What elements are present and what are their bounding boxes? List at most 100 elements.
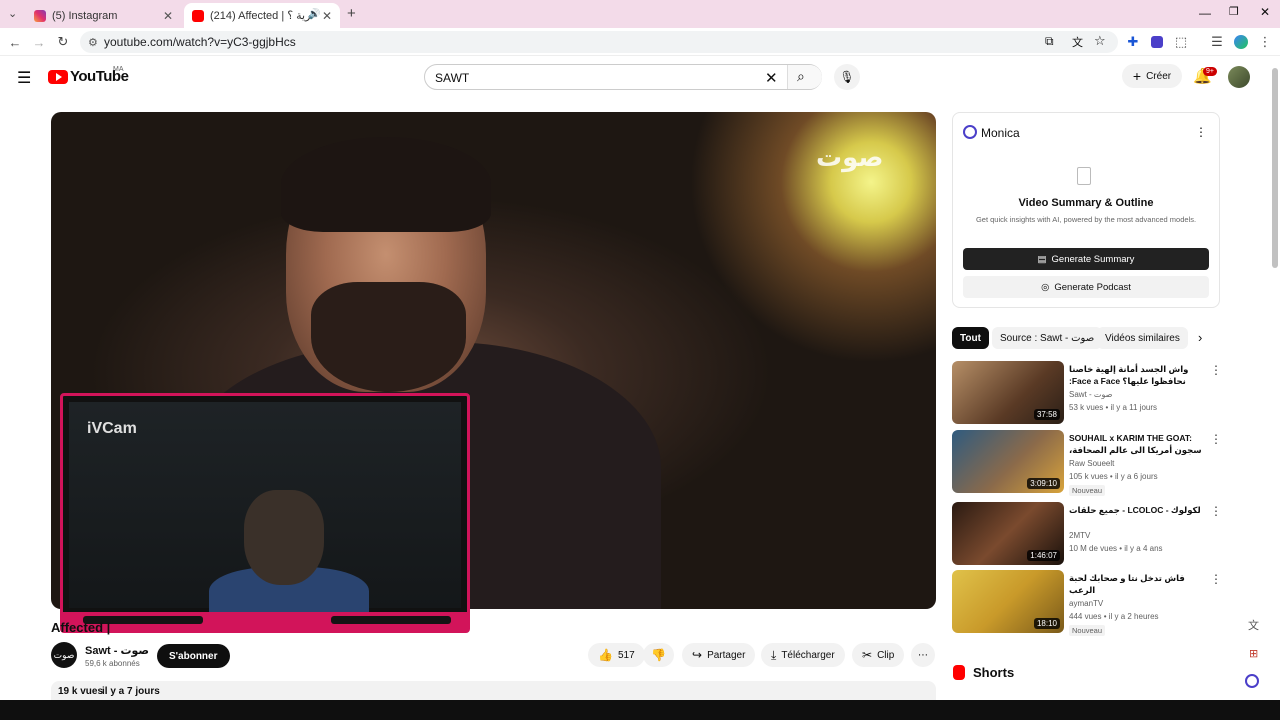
rec-channel: Raw Soueelt [1069, 459, 1115, 468]
clear-search-icon[interactable]: ✕ [765, 69, 778, 87]
browser-tab-strip: ⌄ (5) Instagram ✕ (214) Affected | بكل ح… [0, 0, 1280, 28]
site-info-icon[interactable]: ⚙ [88, 36, 98, 49]
close-icon[interactable]: ✕ [163, 9, 173, 23]
ivcam-label: iVCam [87, 420, 137, 437]
overlay-bottom-bar [63, 612, 467, 630]
more-vertical-icon[interactable]: ⋮ [1210, 572, 1222, 586]
list-item[interactable]: 37:58 واش الجسد أمانة إلهية خاصنا نحافظو… [952, 361, 1222, 425]
translate-side-icon[interactable]: 文 [1248, 617, 1259, 633]
open-in-app-icon[interactable]: ⧉ [1045, 34, 1054, 49]
grid-side-icon[interactable]: ⊞ [1249, 647, 1258, 660]
channel-name[interactable]: Sawt - صوت [85, 644, 149, 657]
monica-menu-icon[interactable]: ⋮ [1195, 125, 1207, 139]
search-input[interactable]: SAWT [435, 71, 469, 85]
duration-badge: 1:46:07 [1027, 550, 1060, 561]
view-count: 19 k vues [58, 686, 104, 697]
youtube-logo[interactable]: YouTube MA [48, 66, 129, 85]
create-button[interactable]: + Créer [1122, 64, 1182, 88]
reload-icon[interactable]: ↻ [54, 33, 72, 51]
tab-title: (5) Instagram [52, 9, 118, 22]
account-avatar[interactable] [1228, 66, 1250, 88]
generate-podcast-button[interactable]: ◎ Generate Podcast [963, 276, 1209, 298]
summary-icon: ▤ [1037, 253, 1047, 265]
more-vertical-icon[interactable]: ⋮ [1210, 432, 1222, 446]
address-bar[interactable]: ⚙ youtube.com/watch?v=yC3-ggjbHcs ⧉ 文 ☆ [80, 31, 1118, 53]
profile-avatar-icon[interactable] [1232, 33, 1250, 51]
chip-all[interactable]: Tout [952, 327, 989, 349]
more-vertical-icon[interactable]: ⋮ [1210, 363, 1222, 377]
subscribe-button[interactable]: S'abonner [157, 644, 230, 668]
video-title: Affected | [51, 620, 111, 635]
download-button[interactable]: ⤓ Télécharger [761, 643, 845, 667]
ivcam-webcam-overlay[interactable]: iVCam [60, 393, 470, 633]
list-item[interactable]: 3:09:10 SOUHAIL x KARIM THE GOAT: سجون أ… [952, 430, 1222, 496]
duration-badge: 37:58 [1033, 409, 1060, 420]
tab-instagram[interactable]: (5) Instagram ✕ [26, 3, 181, 28]
subscriber-count: 59,6 k abonnés [85, 659, 140, 668]
webcam-feed: iVCam [69, 402, 461, 627]
monica-side-icon[interactable] [1245, 674, 1259, 688]
youtube-play-icon [48, 69, 68, 84]
chip-source[interactable]: Source : Sawt - صوت [992, 327, 1103, 349]
rec-title: لكولوك - LCOLOC - جميع حلقات [1069, 505, 1201, 515]
translate-icon[interactable]: 文 [1072, 34, 1083, 50]
clip-button[interactable]: ✂ Clip [852, 643, 905, 667]
page-scrollbar[interactable] [1272, 68, 1278, 268]
forward-icon[interactable]: → [30, 33, 48, 51]
more-vertical-icon[interactable]: ⋮ [1210, 504, 1222, 518]
reading-list-icon[interactable]: ☰ [1208, 33, 1226, 51]
document-icon [1077, 167, 1091, 185]
tab-search-icon[interactable]: ⌄ [8, 7, 17, 20]
chip-similar[interactable]: Vidéos similaires [1097, 327, 1188, 349]
plus-icon: + [1132, 68, 1142, 84]
video-thumbnail: 37:58 [952, 361, 1064, 424]
monica-extension-icon[interactable] [1148, 33, 1166, 51]
rec-channel: aymanTV [1069, 599, 1104, 608]
monica-name: Monica [981, 126, 1020, 140]
dislike-button[interactable]: 👎 [643, 643, 674, 667]
video-thumbnail: 18:10 [952, 570, 1064, 633]
new-badge: Nouveau [1069, 625, 1106, 636]
more-actions-button[interactable]: ⋯ [911, 643, 935, 667]
download-icon: ⤓ [771, 647, 777, 662]
search-box[interactable]: SAWT ✕ ⌕ [424, 64, 822, 90]
window-close-icon[interactable]: ✕ [1260, 5, 1270, 19]
browser-menu-icon[interactable]: ⋮ [1256, 33, 1274, 51]
like-button[interactable]: 👍 517 [588, 643, 645, 667]
video-frame-person-beard [311, 282, 466, 392]
share-label: Partager [707, 649, 746, 661]
voice-search-button[interactable]: 🎙 [834, 64, 860, 90]
bookmark-star-icon[interactable]: ☆ [1094, 33, 1106, 49]
new-tab-button[interactable]: + [347, 5, 356, 22]
monica-logo-icon [963, 125, 977, 139]
video-watermark: صوت [816, 142, 884, 172]
instagram-icon [34, 9, 46, 22]
generate-summary-button[interactable]: ▤ Generate Summary [963, 248, 1209, 270]
monica-subtitle: Get quick insights with AI, powered by t… [975, 215, 1197, 224]
tab-title: (214) Affected | بكل حرية ؟ [210, 10, 310, 22]
speaker-icon[interactable]: 🔊 [308, 9, 320, 20]
list-item[interactable]: 18:10 فاش تدخل نتا و صحابك لحبة الرعب ay… [952, 570, 1222, 636]
back-icon[interactable]: ← [6, 33, 24, 51]
channel-avatar[interactable]: صوت [51, 642, 77, 668]
share-button[interactable]: ↪ Partager [682, 643, 756, 667]
new-badge: Nouveau [1069, 485, 1106, 496]
summary-label: Generate Summary [1051, 253, 1135, 265]
rec-meta: 444 vues • il y a 2 heures [1069, 612, 1159, 621]
search-button[interactable]: ⌕ [787, 65, 822, 89]
thumbs-down-icon: 👎 [651, 648, 666, 662]
podcast-label: Generate Podcast [1054, 281, 1131, 293]
duration-badge: 3:09:10 [1027, 478, 1060, 489]
minimize-icon[interactable]: — [1199, 6, 1211, 20]
close-icon[interactable]: ✕ [322, 9, 332, 23]
extension-puzzle-icon[interactable]: ✚ [1124, 33, 1142, 51]
hamburger-menu-icon[interactable]: ☰ [17, 68, 31, 88]
extensions-icon[interactable]: ⬚ [1172, 33, 1190, 51]
shorts-heading: Shorts [973, 665, 1015, 680]
restore-icon[interactable]: ❐ [1229, 5, 1239, 18]
chevron-right-icon[interactable]: › [1198, 330, 1202, 345]
list-item[interactable]: 1:46:07 لكولوك - LCOLOC - جميع حلقات 2MT… [952, 502, 1222, 566]
tab-youtube[interactable]: (214) Affected | بكل حرية ؟ 🔊 ✕ [184, 3, 340, 28]
rec-meta: 53 k vues • il y a 11 jours [1069, 403, 1158, 412]
rec-title: SOUHAIL x KARIM THE GOAT: سجون أمريكا ال… [1069, 433, 1202, 455]
